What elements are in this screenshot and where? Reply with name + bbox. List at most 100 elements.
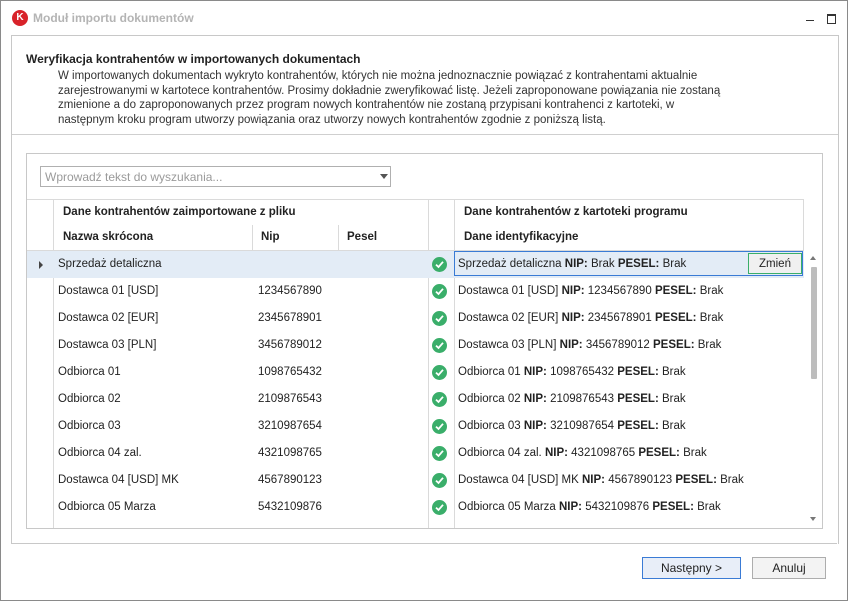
table-row[interactable]: Odbiorca 03 3210987654 Odbiorca 03 NIP: 32…: [27, 413, 804, 440]
description-line: następnym kroku program utworzy powiązan…: [58, 113, 606, 126]
ident-nip-label: NIP:: [561, 285, 585, 297]
ident-name: Dostawca 02 [EUR]: [458, 312, 559, 324]
table-row[interactable]: Odbiorca 02 2109876543 Odbiorca 02 NIP: 21…: [27, 386, 804, 413]
column-header-pesel[interactable]: Pesel: [338, 225, 428, 250]
scroll-down-icon[interactable]: [810, 517, 816, 521]
contractors-panel: Dane kontrahentów zaimportowane z pliku …: [26, 153, 823, 529]
table-row[interactable]: Sprzedaż detaliczna Sprzedaż detaliczna N…: [27, 251, 804, 278]
cell-name: Odbiorca 05 Marza: [58, 501, 156, 513]
check-icon: [432, 473, 447, 488]
ident-nip: 3210987654: [550, 420, 615, 432]
cell-pesel: [344, 305, 426, 332]
next-button[interactable]: Następny >: [642, 557, 741, 579]
table-row[interactable]: Dostawca 04 [USD] MK 4567890123 Dostawca 0…: [27, 467, 804, 494]
ident-pesel-label: PESEL:: [638, 447, 680, 459]
ident-nip-label: NIP:: [561, 312, 585, 324]
cell-nip: 1098765432: [258, 366, 322, 378]
maximize-button[interactable]: [824, 8, 840, 26]
scroll-up-icon[interactable]: [810, 256, 816, 260]
cell-ident: Odbiorca 01 NIP: 1098765432 PESEL: Brak: [458, 359, 801, 386]
cell-name: Odbiorca 04 zal.: [58, 447, 142, 459]
cell-pesel: [344, 332, 426, 359]
contractors-grid: Dane kontrahentów zaimportowane z pliku …: [27, 199, 822, 528]
cell-name: Odbiorca 02: [58, 393, 121, 405]
cell-pesel: [344, 413, 426, 440]
cell-nip: 3456789012: [258, 339, 322, 351]
cell-nip: 1234567890: [258, 285, 322, 297]
ident-nip-label: NIP:: [559, 501, 582, 513]
ident-nip: 2345678901: [587, 312, 652, 324]
search-combobox[interactable]: [40, 166, 391, 187]
search-input[interactable]: [41, 167, 370, 186]
cell-pesel: [344, 386, 426, 413]
ident-pesel-label: PESEL:: [654, 312, 697, 324]
cancel-button[interactable]: Anuluj: [752, 557, 826, 579]
ident-name: Odbiorca 03: [458, 420, 521, 432]
ident-nip: 4567890123: [608, 474, 673, 486]
cell-pesel: [344, 440, 426, 467]
import-module-window: K Moduł importu dokumentów Weryfikacja k…: [0, 0, 848, 601]
grid-column-header: Nazwa skrócona Nip Pesel Dane identyfika…: [27, 225, 804, 251]
description-line: zarejestrowanymi w kartotece kontrahentó…: [58, 84, 721, 97]
column-header-name[interactable]: Nazwa skrócona: [54, 225, 252, 250]
group-header-registry: Dane kontrahentów z kartoteki programu: [464, 206, 688, 218]
title-bar: K Moduł importu dokumentów: [1, 1, 847, 35]
cell-pesel: [344, 278, 426, 305]
column-header-ident[interactable]: Dane identyfikacyjne: [455, 225, 803, 250]
ident-pesel: Brak: [661, 393, 686, 405]
cell-pesel: [344, 359, 426, 386]
ident-name: Dostawca 04 [USD] MK: [458, 474, 579, 486]
column-header-nip[interactable]: Nip: [252, 225, 338, 250]
change-button[interactable]: Zmień: [748, 253, 802, 274]
ident-nip: 2109876543: [550, 393, 615, 405]
chevron-down-icon[interactable]: [380, 174, 388, 179]
check-icon: [432, 500, 447, 515]
table-row[interactable]: Odbiorca 04 zal. 4321098765 Odbiorca 04 za…: [27, 440, 804, 467]
table-row[interactable]: Odbiorca 05 Marza 5432109876 Odbiorca 05 M…: [27, 494, 804, 521]
ident-nip-label: NIP:: [523, 420, 547, 432]
cell-pesel: [344, 467, 426, 494]
ident-name: Odbiorca 01: [458, 366, 521, 378]
ident-pesel: Brak: [699, 285, 724, 297]
ident-pesel-label: PESEL:: [617, 393, 659, 405]
cell-name: Sprzedaż detaliczna: [58, 258, 162, 270]
vertical-scrollbar[interactable]: [806, 251, 822, 528]
cell-ident: Dostawca 01 [USD] NIP: 1234567890 PESEL:…: [458, 278, 801, 305]
row-indicator-icon: [39, 261, 43, 269]
table-row[interactable]: Odbiorca 01 1098765432 Odbiorca 01 NIP: 10…: [27, 359, 804, 386]
ident-name: Odbiorca 05 Marza: [458, 501, 556, 513]
ident-pesel: Brak: [720, 474, 744, 486]
section-description: W importowanych dokumentach wykryto kont…: [58, 69, 748, 127]
cell-pesel: [344, 494, 426, 521]
section-heading: Weryfikacja kontrahentów w importowanych…: [26, 52, 361, 66]
app-logo-icon: K: [12, 10, 28, 26]
grid-line: [338, 225, 339, 251]
ident-nip: 5432109876: [585, 501, 650, 513]
cell-pesel: [344, 251, 426, 278]
check-icon: [432, 311, 447, 326]
table-row[interactable]: Dostawca 01 [USD] 1234567890 Dostawca 01 […: [27, 278, 804, 305]
ident-nip-label: NIP:: [582, 474, 605, 486]
minimize-button[interactable]: [803, 8, 819, 26]
check-icon: [432, 365, 447, 380]
ident-pesel-label: PESEL:: [654, 285, 697, 297]
ident-pesel: Brak: [697, 339, 722, 351]
check-icon: [432, 446, 447, 461]
cell-name: Odbiorca 03: [58, 420, 121, 432]
cell-name: Dostawca 01 [USD]: [58, 285, 159, 297]
ident-pesel-label: PESEL:: [617, 366, 659, 378]
check-icon: [432, 419, 447, 434]
cell-nip: 2109876543: [258, 393, 322, 405]
ident-nip: 3456789012: [585, 339, 650, 351]
ident-pesel: Brak: [661, 420, 686, 432]
table-row[interactable]: Dostawca 02 [EUR] 2345678901 Dostawca 02 […: [27, 305, 804, 332]
check-icon: [432, 257, 447, 272]
ident-name: Dostawca 01 [USD]: [458, 285, 559, 297]
group-header-imported: Dane kontrahentów zaimportowane z pliku: [63, 206, 296, 218]
cell-name: Odbiorca 01: [58, 366, 121, 378]
ident-pesel: Brak: [683, 447, 707, 459]
scrollbar-thumb[interactable]: [811, 267, 817, 379]
table-row[interactable]: Dostawca 03 [PLN] 3456789012 Dostawca 03 […: [27, 332, 804, 359]
ident-pesel: Brak: [697, 501, 721, 513]
ident-name: Dostawca 03 [PLN]: [458, 339, 557, 351]
